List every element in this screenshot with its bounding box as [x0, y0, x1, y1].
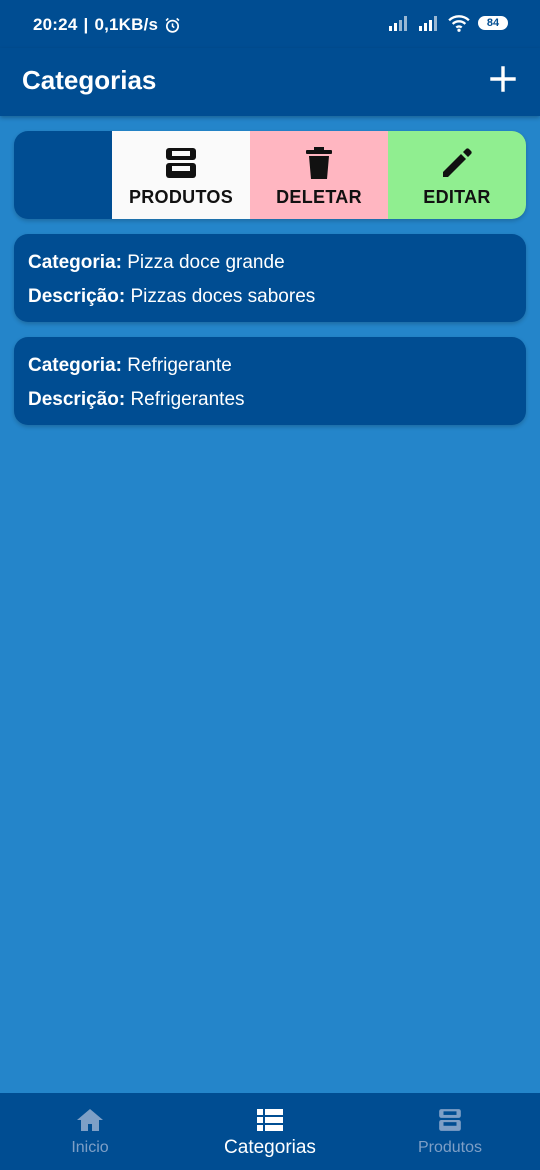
alarm-icon [165, 17, 180, 33]
wifi-icon [448, 15, 470, 32]
status-bar: 20:24 | 0,1KB/s 84 [0, 0, 540, 48]
produtos-action-button[interactable]: PRODUTOS [112, 131, 250, 219]
app-bar: Categorias [0, 48, 540, 116]
category-label: Categoria: [28, 355, 122, 376]
home-icon [77, 1109, 103, 1131]
description-value: Pizzas doces sabores [130, 286, 316, 307]
plus-icon [490, 66, 516, 92]
tab-produtos-label: Produtos [417, 1139, 483, 1156]
status-right: 84 [388, 14, 508, 32]
tab-inicio[interactable]: Inicio [0, 1093, 180, 1170]
deletar-action-button[interactable]: DELETAR [250, 131, 388, 219]
status-separator: | [83, 15, 89, 34]
page-title: Categorias [22, 65, 157, 95]
produtos-action-label: PRODUTOS [128, 187, 234, 207]
tab-categorias-label: Categorias [224, 1137, 316, 1158]
tab-produtos[interactable]: Produtos [360, 1093, 540, 1170]
description-label: Descrição: [28, 286, 126, 307]
bottom-navigation: Inicio Categorias Produtos [0, 1093, 540, 1170]
status-left: 20:24 | 0,1KB/s [33, 15, 181, 35]
swipe-actions: PRODUTOS DELETAR EDITAR [112, 131, 526, 219]
signal-icon [389, 16, 407, 31]
category-card[interactable]: Categoria: Refrigerante Descrição: Refri… [14, 337, 526, 425]
battery-icon: 84 [478, 16, 508, 30]
trash-icon [306, 147, 332, 179]
category-card[interactable]: Categoria: Pizza doce grande Descrição: … [14, 234, 526, 322]
editar-action-label: EDITAR [423, 187, 491, 207]
category-card-swiped[interactable]: PRODUTOS DELETAR EDITAR [14, 131, 526, 219]
category-row: Categoria: Refrigerante [28, 355, 232, 377]
inbox-tray-icon [166, 148, 196, 178]
tab-categorias[interactable]: Categorias [180, 1093, 360, 1170]
category-label: Categoria: [28, 252, 122, 273]
battery-level: 84 [486, 17, 500, 29]
pencil-icon [443, 148, 472, 177]
editar-action-button[interactable]: EDITAR [388, 131, 526, 219]
category-value: Pizza doce grande [127, 252, 285, 273]
list-icon [257, 1109, 283, 1131]
category-row: Categoria: Pizza doce grande [28, 252, 285, 274]
signal-icon [419, 16, 437, 31]
description-value: Refrigerantes [130, 389, 245, 410]
inbox-tray-icon [439, 1109, 461, 1131]
add-category-button[interactable] [486, 62, 520, 96]
description-label: Descrição: [28, 389, 126, 410]
status-time: 20:24 [33, 15, 78, 34]
status-network-speed: 0,1KB/s [94, 15, 159, 34]
description-row: Descrição: Pizzas doces sabores [28, 286, 315, 308]
tab-inicio-label: Inicio [71, 1139, 109, 1156]
description-row: Descrição: Refrigerantes [28, 389, 245, 411]
category-value: Refrigerante [127, 355, 232, 376]
deletar-action-label: DELETAR [276, 187, 362, 207]
